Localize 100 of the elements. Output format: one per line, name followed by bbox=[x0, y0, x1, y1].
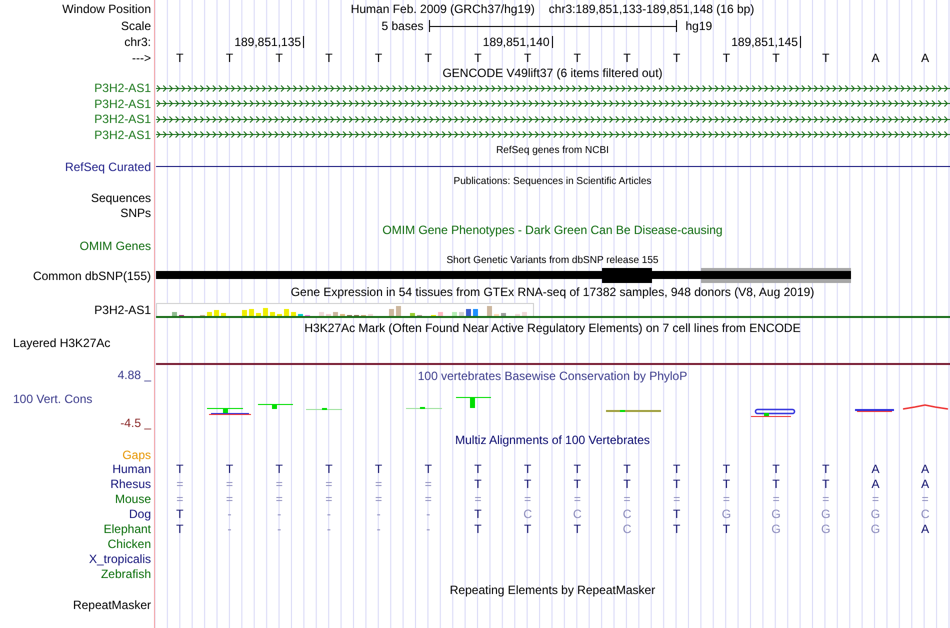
aligned-base: T bbox=[424, 462, 432, 476]
expression-bar bbox=[410, 313, 415, 316]
aligned-base: A bbox=[871, 476, 880, 490]
aligned-base: = bbox=[276, 492, 283, 506]
expression-bar bbox=[389, 309, 394, 316]
expression-bar bbox=[466, 309, 471, 316]
expression-bar bbox=[270, 312, 275, 316]
species-label: Chicken bbox=[108, 536, 151, 550]
expression-bar bbox=[249, 309, 254, 316]
expression-bar bbox=[263, 308, 268, 316]
aligned-base: T bbox=[474, 506, 482, 520]
track-label: Sequences bbox=[90, 190, 151, 204]
aligned-base: A bbox=[871, 462, 880, 476]
aligned-base: - bbox=[326, 522, 331, 536]
aligned-base: T bbox=[822, 462, 830, 476]
track-label: chr3: bbox=[124, 35, 151, 49]
track-label: P3H2-AS1 bbox=[94, 128, 151, 142]
species-label: Mouse bbox=[114, 492, 151, 506]
aligned-base: = bbox=[276, 476, 283, 490]
track-title: Repeating Elements by RepeatMasker bbox=[450, 582, 656, 596]
aligned-base: T bbox=[574, 522, 582, 536]
expression-bar bbox=[522, 312, 527, 316]
expression-bar bbox=[438, 312, 443, 316]
track-label: P3H2-AS1 bbox=[94, 81, 151, 95]
aligned-base: - bbox=[277, 506, 282, 520]
aligned-base: T bbox=[176, 522, 184, 536]
conservation-mark bbox=[855, 409, 894, 412]
track-label: RepeatMasker bbox=[72, 598, 151, 612]
aligned-base: = bbox=[325, 476, 332, 490]
expression-bar bbox=[473, 309, 478, 316]
base-letter: T bbox=[623, 50, 631, 64]
aligned-base: G bbox=[771, 506, 781, 520]
track-title: Gene Expression in 54 tissues from GTEx RNA-seq of 17382 samples, 948 donors (V8, Aug 2019) bbox=[290, 285, 814, 299]
expression-bar bbox=[284, 309, 289, 316]
aligned-base: T bbox=[574, 462, 582, 476]
aligned-base: = bbox=[574, 492, 581, 506]
aligned-base: = bbox=[424, 492, 432, 506]
aligned-base: T bbox=[722, 522, 730, 536]
base-letter: A bbox=[871, 50, 880, 64]
aligned-base: = bbox=[375, 492, 382, 506]
track-title: Publications: Sequences in Scientific Articles bbox=[454, 176, 652, 188]
base-letter: T bbox=[424, 50, 432, 64]
aligned-base: - bbox=[376, 522, 381, 536]
assembly-name: Human Feb. 2009 (GRCh37/hg19) bbox=[350, 2, 535, 16]
conservation-mark bbox=[207, 408, 251, 415]
track-label: P3H2-AS1 bbox=[94, 96, 151, 110]
aligned-base: = bbox=[673, 492, 680, 506]
aligned-base: T bbox=[524, 522, 532, 536]
aligned-base: = bbox=[872, 492, 879, 506]
track-label: Window Position bbox=[62, 2, 151, 16]
base-position: 189,851,145 bbox=[731, 35, 798, 49]
expression-bar bbox=[221, 313, 226, 316]
aligned-base: T bbox=[524, 476, 532, 490]
aligned-base: G bbox=[821, 522, 830, 536]
species-label: Dog bbox=[128, 506, 151, 520]
aligned-base: T bbox=[374, 462, 382, 476]
expression-bar bbox=[256, 313, 261, 316]
aligned-base: - bbox=[228, 522, 232, 536]
aligned-base: = bbox=[226, 492, 234, 506]
species-label: Rhesus bbox=[110, 476, 151, 490]
track-label: 100 Vert. Cons bbox=[13, 392, 92, 406]
aligned-base: T bbox=[574, 476, 582, 490]
expression-bar bbox=[319, 312, 324, 316]
ruler-tick bbox=[800, 36, 801, 48]
assembly-label: hg19 bbox=[686, 18, 712, 32]
aligned-base: A bbox=[921, 476, 930, 490]
aligned-base: T bbox=[226, 462, 234, 476]
base-position: 189,851,140 bbox=[482, 35, 550, 49]
aligned-base: G bbox=[821, 506, 830, 520]
track-label: Scale bbox=[120, 18, 151, 32]
conservation-mark bbox=[456, 397, 491, 408]
expression-bar bbox=[459, 312, 464, 316]
aligned-base: - bbox=[326, 506, 331, 520]
species-label: Human bbox=[112, 462, 151, 476]
aligned-base: C bbox=[622, 506, 632, 520]
aligned-base: C bbox=[523, 506, 532, 520]
track-label: SNPs bbox=[120, 206, 151, 220]
base-letter: T bbox=[176, 50, 184, 64]
aligned-base: T bbox=[673, 476, 680, 490]
aligned-base: - bbox=[426, 506, 430, 520]
base-letter: T bbox=[722, 50, 730, 64]
track-label: OMIM Genes bbox=[80, 238, 151, 252]
expression-bar bbox=[452, 312, 457, 316]
track-label: Gaps bbox=[122, 448, 151, 462]
aligned-base: G bbox=[870, 506, 880, 520]
track-label: Layered H3K27Ac bbox=[13, 336, 110, 350]
aligned-base: = bbox=[772, 492, 780, 506]
base-letter: T bbox=[822, 50, 830, 64]
expression-bar bbox=[396, 306, 401, 316]
aligned-base: = bbox=[176, 476, 184, 490]
aligned-base: T bbox=[623, 476, 631, 490]
aligned-base: C bbox=[920, 506, 930, 520]
track-label: RefSeq Curated bbox=[64, 160, 151, 174]
aligned-base: T bbox=[822, 476, 830, 490]
aligned-base: C bbox=[573, 506, 582, 520]
aligned-base: - bbox=[376, 506, 381, 520]
conservation-mark bbox=[606, 410, 661, 412]
aligned-base: T bbox=[673, 506, 680, 520]
expression-bar bbox=[242, 310, 247, 316]
base-letter: T bbox=[474, 50, 482, 64]
